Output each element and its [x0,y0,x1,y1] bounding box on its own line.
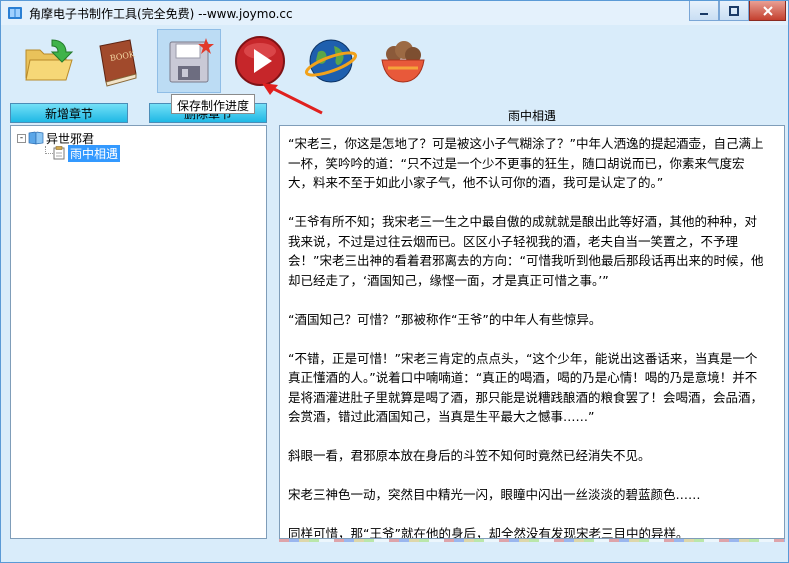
close-button[interactable] [749,1,786,21]
food-bowl-icon [381,41,425,83]
book-settings-button[interactable]: BOOK [85,29,149,93]
paragraph: “宋老三，你这是怎地了？可是被这小子气糊涂了？”中年人洒逸的提起酒壶，自己满上一… [288,136,764,190]
open-book-icon [28,131,44,145]
tree-chapter-label: 雨中相遇 [68,144,121,162]
paragraph: “王爷有所不知；我宋老三一生之中最自傲的成就就是酿出此等好酒，其他的种种，对我来… [288,214,764,288]
maximize-button[interactable] [719,1,749,21]
app-window: 角摩电子书制作工具(完全免费) --www.joymo.cc BOOK 保存制作… [0,0,789,563]
window-title: 角摩电子书制作工具(完全免费) --www.joymo.cc [29,7,293,21]
donate-button[interactable] [371,29,435,93]
save-progress-button[interactable] [157,29,221,93]
chapter-title: 雨中相遇 [507,109,556,123]
minimize-button[interactable] [689,1,719,21]
collapse-expander[interactable]: - [17,133,26,143]
paragraph: “酒国知己？可惜？”那被称作“王爷”的中年人有些惊异。 [288,311,602,327]
title-bar: 角摩电子书制作工具(完全免费) --www.joymo.cc [1,1,788,25]
add-chapter-button[interactable]: 新增章节 [10,103,128,123]
save-disk-icon [169,38,214,83]
chapter-tree[interactable]: - 异世邪君 雨中相遇 [10,125,267,539]
tooltip: 保存制作进度 [171,94,256,114]
bottom-decoration [279,539,785,542]
chapter-editor[interactable]: “宋老三，你这是怎地了？可是被这小子气糊涂了？”中年人洒逸的提起酒壶，自己满上一… [279,125,785,539]
open-project-button[interactable] [17,29,81,93]
chapter-text[interactable]: “宋老三，你这是怎地了？可是被这小子气糊涂了？”中年人洒逸的提起酒壶，自己满上一… [288,134,768,539]
paragraph: 斜眼一看，君邪原本放在身后的斗笠不知何时竟然已经消失不见。 [288,448,651,463]
tree-connector [45,153,53,154]
paragraph: 宋老三神色一动，突然目中精光一闪，眼瞳中闪出一丝淡淡的碧蓝颜色…… [288,487,701,502]
tree-chapter-node[interactable]: 雨中相遇 [53,144,121,162]
maximize-icon [729,5,739,16]
paragraph: 同样可惜，那“王爷”就在他的身后，却全然没有发现宋老三目中的异样。 [288,526,689,539]
book-icon: BOOK [99,39,137,87]
chapter-page-icon [53,146,65,160]
close-icon [762,5,773,16]
folder-open-icon [25,39,74,81]
app-book-icon [8,7,22,19]
paragraph: “不错，正是可惜！”宋老三肯定的点点头，“这个少年，能说出这番话来，当真是一个真… [288,350,764,425]
minimize-icon [700,12,708,15]
toolbar: BOOK [3,25,786,99]
